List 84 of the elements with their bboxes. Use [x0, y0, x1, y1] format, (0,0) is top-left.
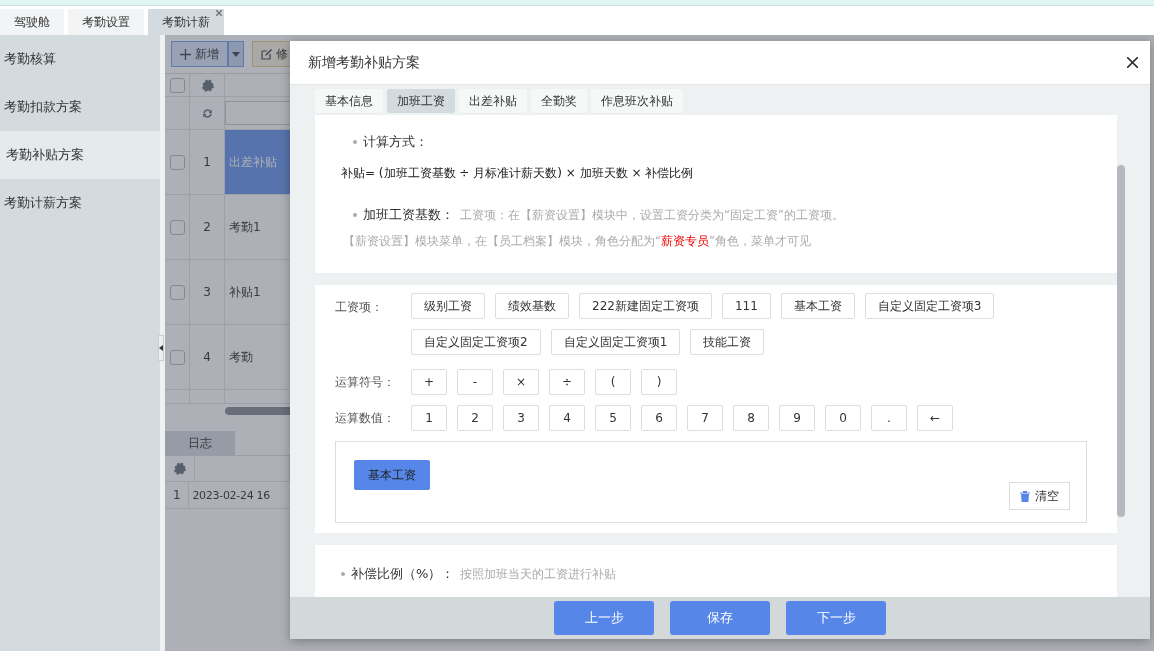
number-key[interactable]: 6	[641, 405, 677, 431]
number-key[interactable]: .	[871, 405, 907, 431]
sidebar-item[interactable]: 考勤计薪方案	[0, 179, 160, 227]
salary-item-button[interactable]: 级别工资	[411, 293, 485, 319]
salary-item-button[interactable]: 绩效基数	[495, 293, 569, 319]
number-key[interactable]: 8	[733, 405, 769, 431]
salary-item-button[interactable]: 自定义固定工资项3	[864, 293, 995, 319]
number-key[interactable]: 9	[779, 405, 815, 431]
settings-icon[interactable]	[200, 78, 214, 92]
page-tab[interactable]: 考勤计薪	[148, 9, 224, 35]
row-number: 2	[190, 195, 225, 259]
row-number: 3	[190, 260, 225, 324]
footer-button[interactable]: 保存	[670, 601, 770, 635]
footer-button[interactable]: 下一步	[786, 601, 886, 635]
dialog-tab[interactable]: 加班工资	[387, 89, 455, 113]
field-label: 运算符号：	[335, 373, 396, 391]
number-key[interactable]: 4	[549, 405, 585, 431]
dialog-tab[interactable]: 作息班次补贴	[591, 89, 683, 113]
operator-key[interactable]: (	[595, 369, 631, 395]
bullet-icon	[353, 213, 357, 217]
field-label: 运算数值：	[335, 409, 396, 427]
refresh-icon[interactable]	[200, 106, 214, 120]
operator-key[interactable]: +	[411, 369, 447, 395]
clear-button[interactable]: 清空	[1009, 482, 1070, 510]
salary-item-button[interactable]: 222新建固定工资项	[579, 293, 712, 319]
add-button[interactable]: 新增	[171, 41, 228, 67]
section-heading: 计算方式：	[363, 133, 428, 151]
settings-icon[interactable]	[173, 462, 186, 475]
row-checkbox[interactable]	[169, 284, 185, 300]
salary-item-button[interactable]: 自定义固定工资项1	[550, 329, 681, 355]
sidebar-item[interactable]: 考勤扣款方案	[0, 83, 160, 131]
section-heading: 补偿比例（%）：	[351, 565, 455, 583]
trash-icon	[1020, 490, 1030, 502]
operator-key[interactable]: -	[457, 369, 493, 395]
dialog-title: 新增考勤补贴方案	[308, 53, 420, 72]
number-key[interactable]: 7	[687, 405, 723, 431]
number-key[interactable]: 1	[411, 405, 447, 431]
plus-icon	[180, 48, 191, 60]
row-checkbox[interactable]	[169, 349, 185, 365]
operator-key[interactable]: ÷	[549, 369, 585, 395]
expression-token[interactable]: 基本工资	[354, 460, 430, 490]
salary-item-button[interactable]: 111	[721, 293, 771, 319]
bullet-icon	[341, 572, 345, 576]
field-label: 工资项：	[335, 299, 384, 316]
edit-icon	[261, 48, 272, 60]
dialog-tab[interactable]: 出差补贴	[459, 89, 527, 113]
sidebar-item[interactable]: 考勤补贴方案	[0, 131, 160, 179]
table-cell-text: 2023-02-24 16	[191, 487, 271, 504]
number-key[interactable]: 0	[825, 405, 861, 431]
hint-text: 按照加班当天的工资进行补贴	[460, 566, 617, 582]
close-icon	[1127, 57, 1138, 68]
close-button[interactable]	[1127, 57, 1138, 68]
close-icon[interactable]	[216, 10, 222, 16]
row-number: 1	[165, 482, 190, 508]
page-tab[interactable]: 驾驶舱	[0, 9, 64, 35]
number-key[interactable]: ←	[917, 405, 953, 431]
hint-text: 工资项：在【薪资设置】模块中，设置工资分类为“固定工资”的工资项。	[460, 207, 844, 223]
caret-icon	[232, 51, 240, 57]
salary-item-button[interactable]: 自定义固定工资项2	[411, 329, 541, 355]
formula-text: 补贴= (加班工资基数 ÷ 月标准计薪天数) × 加班天数 × 补偿比例	[341, 165, 695, 182]
footer-button[interactable]: 上一步	[554, 601, 654, 635]
operator-key[interactable]: )	[641, 369, 677, 395]
number-key[interactable]: 3	[503, 405, 539, 431]
row-checkbox[interactable]	[169, 154, 185, 170]
dropdown-button[interactable]	[228, 41, 244, 67]
row-checkbox[interactable]	[169, 219, 185, 235]
operator-key[interactable]: ×	[503, 369, 539, 395]
expression-box[interactable]: 基本工资 清空	[335, 441, 1087, 523]
checkbox[interactable]	[169, 77, 185, 93]
number-key[interactable]: 5	[595, 405, 631, 431]
dialog-tab[interactable]: 全勤奖	[531, 89, 587, 113]
hint-text: 【薪资设置】模块菜单，在【员工档案】模块，角色分配为“薪资专员”角色，菜单才可见	[343, 234, 812, 249]
number-key[interactable]: 2	[457, 405, 493, 431]
scrollbar[interactable]	[1117, 165, 1125, 517]
bullet-icon	[353, 140, 357, 144]
salary-item-button[interactable]: 技能工资	[690, 329, 765, 355]
section-heading: 加班工资基数：	[363, 206, 454, 224]
page-tab[interactable]: 考勤设置	[68, 9, 144, 35]
sidebar-item[interactable]: 考勤核算	[0, 35, 160, 83]
log-tab[interactable]: 日志	[165, 431, 235, 455]
collapse-handle[interactable]	[158, 335, 164, 361]
dialog-tab[interactable]: 基本信息	[315, 89, 383, 113]
salary-item-button[interactable]: 基本工资	[780, 293, 855, 319]
row-number: 4	[190, 325, 225, 389]
